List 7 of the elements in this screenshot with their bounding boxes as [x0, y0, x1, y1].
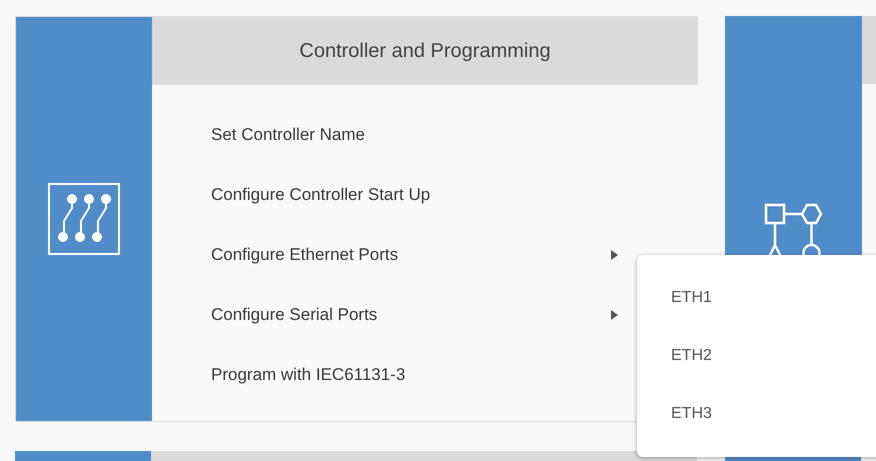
menu-item[interactable]: Configure Controller Start Up [211, 165, 698, 225]
circuit-board-icon [48, 183, 120, 255]
submenu-item[interactable]: ETH3 [637, 397, 876, 455]
submenu-item[interactable]: ETH2 [637, 339, 876, 397]
card-title: Controller and Programming [152, 17, 698, 85]
card-header [862, 16, 876, 84]
menu-item[interactable]: Set Controller Name [211, 105, 698, 165]
